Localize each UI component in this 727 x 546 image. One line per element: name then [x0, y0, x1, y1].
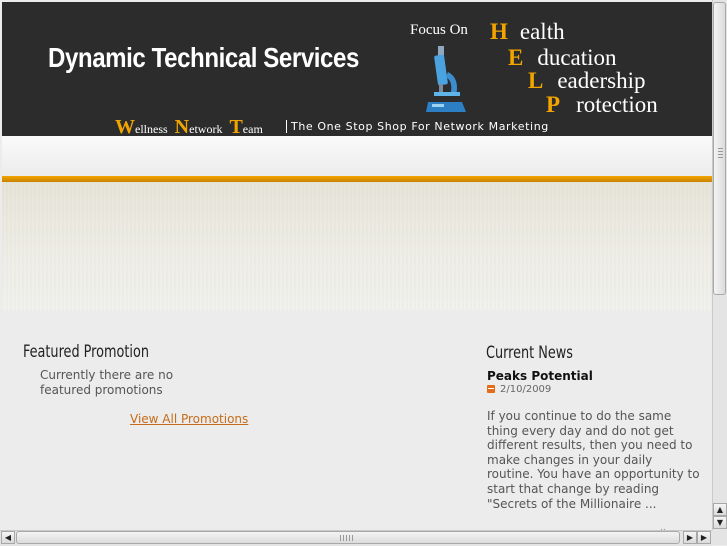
grip-line	[718, 157, 723, 158]
nav-strip	[2, 136, 712, 176]
help-line-leadership: Leadership	[528, 68, 645, 94]
help-initial: P	[546, 92, 561, 117]
news-item-body: If you continue to do the same thing eve…	[487, 409, 700, 511]
tagline: The One Stop Shop For Network Marketing	[286, 120, 549, 133]
scroll-right-button-secondary[interactable]: ▶	[697, 531, 711, 544]
scrollbar-corner	[712, 530, 727, 545]
help-line-protection: Protection	[546, 92, 658, 118]
team-initial: W	[115, 116, 135, 138]
grip-line	[718, 151, 723, 152]
scroll-right-button[interactable]: ▶	[683, 531, 697, 544]
help-word: rotection	[576, 92, 658, 117]
help-word: ealth	[519, 19, 565, 44]
more-indicator: ..	[660, 523, 666, 530]
focus-on-label: Focus On	[410, 22, 468, 38]
view-all-promotions-link[interactable]: View All Promotions	[130, 412, 248, 426]
horizontal-scroll-thumb[interactable]	[16, 531, 680, 544]
team-word: eam	[242, 122, 263, 136]
header-banner: Dynamic Technical Services Focus On Heal…	[2, 2, 712, 138]
news-date-text: 2/10/2009	[500, 384, 552, 395]
scroll-down-button[interactable]: ▼	[713, 516, 727, 529]
grip-line	[718, 154, 723, 155]
help-initial: E	[508, 45, 524, 70]
hero-area	[2, 182, 712, 310]
calendar-icon	[487, 385, 495, 393]
scroll-left-button[interactable]: ◀	[1, 531, 15, 544]
scroll-up-button[interactable]: ▲	[713, 503, 727, 516]
help-word: ducation	[537, 45, 617, 70]
grip-line	[349, 535, 350, 541]
promotion-empty-text: Currently there are no featured promotio…	[40, 368, 174, 397]
help-word: eadership	[557, 68, 646, 93]
site-title: Dynamic Technical Services	[48, 42, 359, 73]
current-news-heading: Current News	[486, 343, 573, 363]
grip-line	[340, 535, 341, 541]
grip-line	[352, 535, 353, 541]
help-initial: L	[528, 68, 544, 93]
microscope-icon	[426, 46, 466, 112]
vertical-scroll-thumb[interactable]	[713, 2, 726, 295]
help-line-health: Health	[490, 19, 565, 45]
grip-line	[346, 535, 347, 541]
help-initial: H	[490, 19, 508, 44]
page-viewport: Dynamic Technical Services Focus On Heal…	[0, 0, 712, 530]
news-item-title[interactable]: Peaks Potential	[487, 369, 593, 383]
team-word: etwork	[189, 122, 223, 136]
news-item-date: 2/10/2009	[487, 384, 551, 395]
team-word: ellness	[135, 122, 168, 136]
grip-line	[718, 148, 723, 149]
team-initial: N	[174, 116, 190, 138]
grip-line	[343, 535, 344, 541]
team-initial: T	[229, 116, 243, 138]
featured-promotion-heading: Featured Promotion	[23, 342, 149, 362]
